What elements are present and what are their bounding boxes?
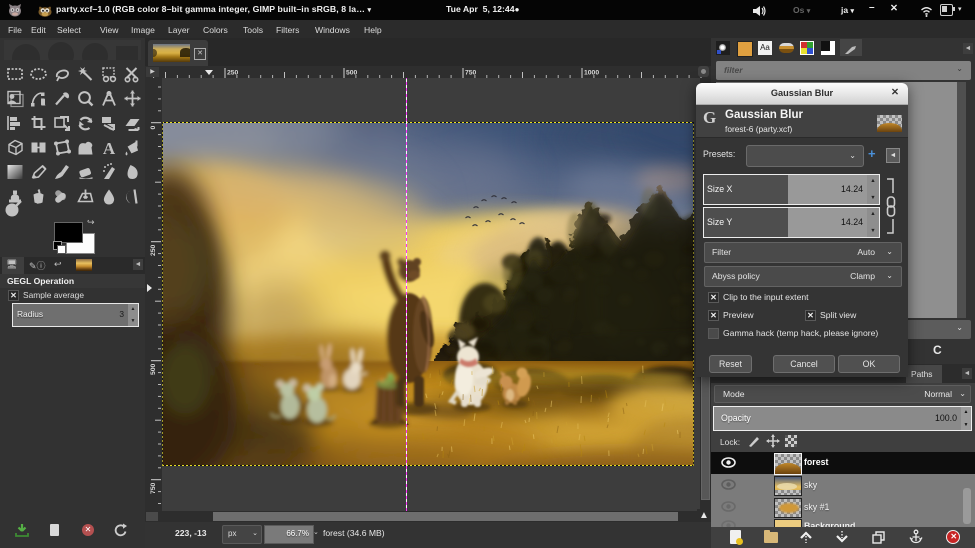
svg-text:750: 750	[150, 482, 157, 494]
svg-text:1000: 1000	[584, 70, 599, 77]
svg-text:250: 250	[150, 244, 157, 256]
svg-text:A: A	[103, 139, 116, 158]
svg-text:0: 0	[150, 125, 157, 129]
svg-text:500: 500	[150, 363, 157, 375]
